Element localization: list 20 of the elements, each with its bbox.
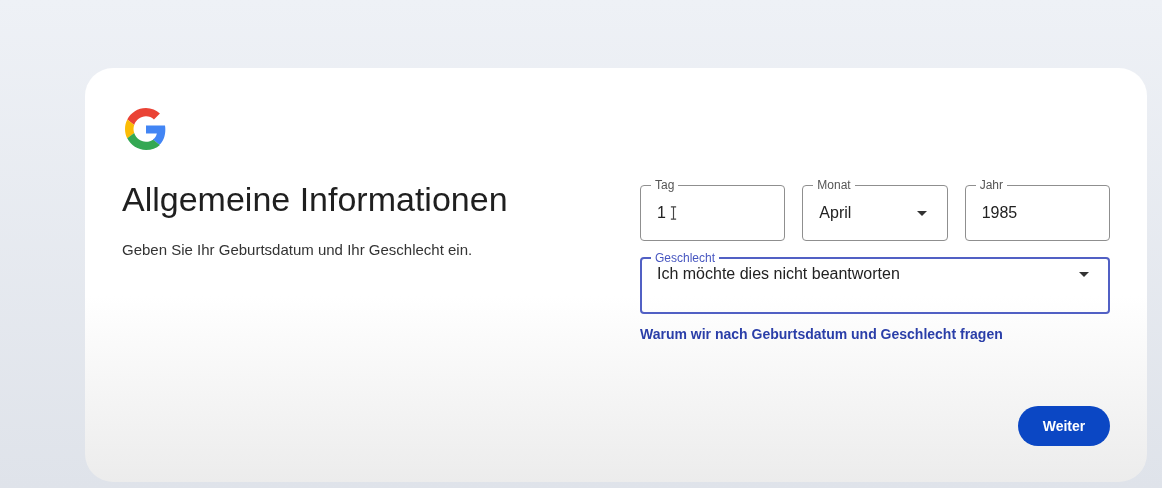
field-label: Geschlecht	[654, 251, 717, 265]
subtitle: Geben Sie Ihr Geburtsdatum und Ihr Geschlecht ein.	[122, 241, 473, 258]
input-field[interactable]: Jahr 1985	[964, 178, 1110, 241]
field-label: Monat	[816, 178, 852, 192]
field-value: Ich möchte dies nicht beantworten	[657, 265, 900, 283]
logo-icon	[125, 108, 167, 150]
input-field[interactable]: Tag 1	[640, 178, 786, 241]
field-label: Tag	[654, 178, 676, 192]
text-cursor-icon	[669, 206, 677, 220]
next-button[interactable]: Weiter	[1018, 406, 1110, 446]
field-value: April	[819, 204, 852, 222]
field-value: 1985	[981, 204, 1018, 222]
caret-icon	[916, 210, 927, 216]
help-link[interactable]: Warum wir nach Geburtsdatum und Geschlecht fragen	[640, 326, 1110, 342]
page-title: Allgemeine Informationen	[122, 180, 508, 219]
month-select[interactable]: Monat April	[802, 178, 948, 241]
field-label: Jahr	[978, 178, 1004, 192]
field-value: 1	[657, 204, 666, 222]
caret-icon	[1079, 271, 1089, 277]
gender-select[interactable]: Geschlecht Ich möchte dies nicht beantworten	[640, 251, 1110, 314]
